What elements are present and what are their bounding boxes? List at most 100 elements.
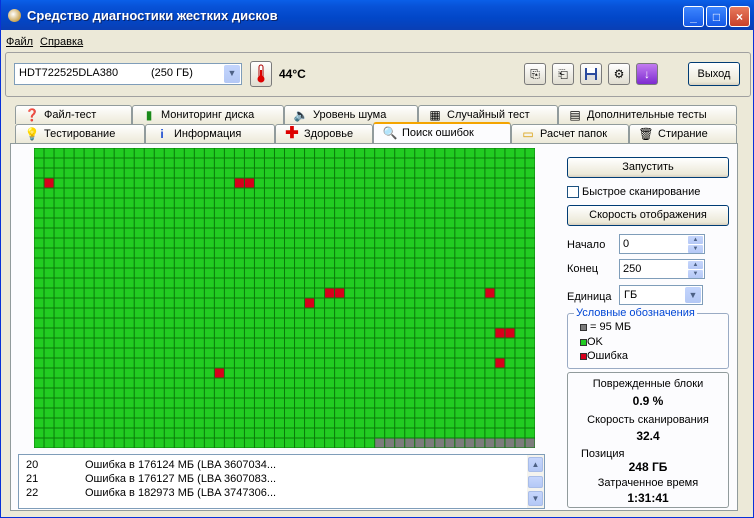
copy-report-icon[interactable]: ⎗ bbox=[552, 63, 574, 85]
ok-block bbox=[164, 208, 174, 218]
ok-block bbox=[365, 418, 375, 428]
exit-button[interactable]: Выход bbox=[688, 62, 740, 86]
ok-block bbox=[515, 328, 525, 338]
ok-block bbox=[325, 318, 335, 328]
ok-block bbox=[94, 408, 104, 418]
display-speed-button[interactable]: Скорость отображения bbox=[567, 205, 729, 226]
ok-block bbox=[74, 248, 84, 258]
spin-down-icon[interactable]: ▼ bbox=[688, 245, 703, 253]
tab-erase[interactable]: 🗑 Стирание bbox=[629, 124, 737, 143]
quick-scan-checkbox[interactable] bbox=[567, 186, 579, 198]
title-bar[interactable]: Средство диагностики жестких дисков _ □ … bbox=[1, 0, 754, 30]
ok-block bbox=[285, 338, 295, 348]
ok-block bbox=[214, 148, 224, 158]
magnifier-icon: 🔍 bbox=[382, 126, 398, 140]
ok-block bbox=[204, 288, 214, 298]
ok-block bbox=[254, 338, 264, 348]
ok-block bbox=[435, 368, 445, 378]
ok-block bbox=[44, 388, 54, 398]
start-input[interactable]: 0 ▲ ▼ bbox=[619, 234, 705, 254]
pending-block bbox=[505, 438, 515, 448]
save-icon[interactable] bbox=[580, 63, 602, 85]
tab-health[interactable]: ✚ Здоровье bbox=[275, 124, 373, 143]
ok-block bbox=[305, 408, 315, 418]
ok-block bbox=[465, 398, 475, 408]
tab-file-test[interactable]: ❓ Файл-тест bbox=[15, 105, 132, 124]
ok-block bbox=[415, 418, 425, 428]
settings-icon[interactable]: ⚙ bbox=[608, 63, 630, 85]
ok-block bbox=[465, 388, 475, 398]
error-log[interactable]: 20 Ошибка в 176124 МБ (LBA 3607034... 21 О… bbox=[18, 454, 545, 509]
ok-block bbox=[104, 318, 114, 328]
ok-block bbox=[204, 268, 214, 278]
run-button[interactable]: Запустить bbox=[567, 157, 729, 178]
chevron-down-icon[interactable]: ▼ bbox=[685, 287, 701, 303]
ok-block bbox=[204, 168, 214, 178]
ok-block bbox=[154, 238, 164, 248]
ok-block bbox=[164, 228, 174, 238]
ok-block bbox=[415, 198, 425, 208]
ok-block bbox=[114, 438, 124, 448]
tab-disk-monitoring[interactable]: ▮ Мониторинг диска bbox=[132, 105, 284, 124]
tab-extra-tests[interactable]: ▤ Дополнительные тесты bbox=[558, 105, 737, 124]
ok-block bbox=[295, 258, 305, 268]
spin-up-icon[interactable]: ▲ bbox=[688, 236, 703, 244]
ok-block bbox=[224, 258, 234, 268]
ok-block bbox=[94, 148, 104, 158]
ok-block bbox=[214, 358, 224, 368]
pending-block bbox=[455, 438, 465, 448]
scroll-down-icon[interactable]: ▼ bbox=[528, 491, 543, 506]
ok-block bbox=[295, 428, 305, 438]
ok-block bbox=[305, 268, 315, 278]
scroll-thumb[interactable] bbox=[528, 476, 543, 488]
ok-block bbox=[305, 248, 315, 258]
ok-block bbox=[254, 408, 264, 418]
close-button[interactable]: × bbox=[729, 6, 750, 27]
scroll-up-icon[interactable]: ▲ bbox=[528, 457, 543, 472]
ok-block bbox=[455, 398, 465, 408]
ok-block bbox=[315, 198, 325, 208]
ok-block bbox=[395, 228, 405, 238]
ok-block bbox=[285, 328, 295, 338]
copy-icon[interactable]: ⎘ bbox=[524, 63, 546, 85]
ok-block bbox=[325, 308, 335, 318]
menu-file[interactable]: Файл bbox=[6, 36, 33, 48]
tab-error-scan[interactable]: 🔍 Поиск ошибок bbox=[373, 122, 511, 143]
tab-folder-calc[interactable]: ▭ Расчет папок bbox=[511, 124, 629, 143]
maximize-button[interactable]: □ bbox=[706, 6, 727, 27]
ok-block bbox=[44, 318, 54, 328]
spin-up-icon[interactable]: ▲ bbox=[688, 261, 703, 269]
ok-block bbox=[94, 308, 104, 318]
tab-information[interactable]: i Информация bbox=[145, 124, 275, 143]
spin-down-icon[interactable]: ▼ bbox=[688, 270, 703, 278]
ok-block bbox=[244, 208, 254, 218]
ok-block bbox=[435, 248, 445, 258]
ok-block bbox=[295, 228, 305, 238]
ok-block bbox=[415, 378, 425, 388]
drive-select[interactable]: HDT722525DLA380 (250 ГБ) ▼ bbox=[14, 63, 242, 85]
end-input[interactable]: 250 ▲ ▼ bbox=[619, 259, 705, 279]
ok-block bbox=[345, 328, 355, 338]
ok-block bbox=[315, 288, 325, 298]
chevron-down-icon[interactable]: ▼ bbox=[224, 65, 240, 83]
ok-block bbox=[405, 338, 415, 348]
ok-block bbox=[234, 228, 244, 238]
ok-block bbox=[395, 238, 405, 248]
ok-block bbox=[44, 238, 54, 248]
ok-block bbox=[355, 388, 365, 398]
app-window: Средство диагностики жестких дисков _ □ … bbox=[0, 0, 754, 518]
minimize-button[interactable]: _ bbox=[683, 6, 704, 27]
ok-block bbox=[295, 348, 305, 358]
ok-block bbox=[154, 188, 164, 198]
ok-block bbox=[174, 418, 184, 428]
download-icon[interactable]: ↓ bbox=[636, 63, 658, 85]
log-scrollbar[interactable]: ▲ ▼ bbox=[527, 455, 544, 508]
tab-testing[interactable]: 💡 Тестирование bbox=[15, 124, 145, 143]
ok-block bbox=[505, 318, 515, 328]
unit-select[interactable]: ГБ ▼ bbox=[619, 285, 703, 305]
ok-block bbox=[134, 168, 144, 178]
ok-block bbox=[435, 168, 445, 178]
menu-help[interactable]: Справка bbox=[40, 36, 83, 48]
block-swatch bbox=[580, 324, 587, 331]
ok-block bbox=[174, 348, 184, 358]
